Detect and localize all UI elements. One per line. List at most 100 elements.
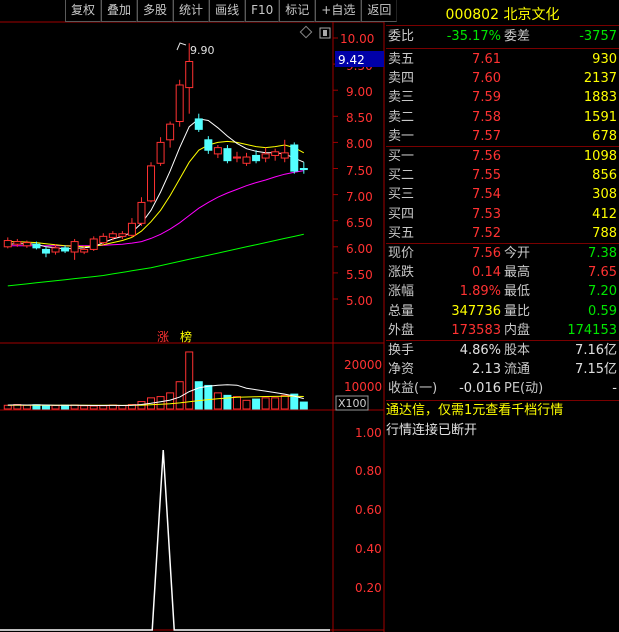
diamond-icon[interactable] xyxy=(299,25,313,39)
stock-code: 000802 xyxy=(445,7,499,23)
bid-price: 7.53 xyxy=(472,206,501,222)
bid-price: 7.54 xyxy=(472,187,501,203)
indicator-chart[interactable] xyxy=(0,449,330,631)
stat-row[interactable]: 涨跌 0.14 最高 7.65 xyxy=(386,263,619,282)
candle-body xyxy=(99,235,108,244)
candle-body xyxy=(290,144,299,172)
stat-label: 最低 xyxy=(504,284,531,300)
price-label-5.00: 5.00 xyxy=(346,294,373,308)
fundamental-label: 流通 xyxy=(504,362,531,378)
draw-line-button[interactable]: 画线 xyxy=(209,0,246,22)
ask-label: 卖五 xyxy=(388,52,415,67)
fundamental-value: 2.13 xyxy=(472,362,501,378)
bid-label: 买五 xyxy=(388,225,415,241)
indicator-label-0.60: 0.60 xyxy=(355,503,382,517)
current-price-tag: 9.42 xyxy=(338,53,365,67)
ma-line-5 xyxy=(7,118,304,250)
fundamental-value: 7.16亿 xyxy=(575,343,617,358)
chart-frame xyxy=(0,0,385,632)
stat-value: 0.14 xyxy=(472,265,501,281)
divider xyxy=(386,25,619,26)
promo-link[interactable]: 通达信，仅需1元查看千档行情 xyxy=(386,401,563,421)
bid-label: 买二 xyxy=(388,168,415,184)
fundamental-label: 收益(一) xyxy=(388,381,438,397)
bid-row[interactable]: 买四 7.53 412 xyxy=(386,205,619,224)
ask-label: 卖三 xyxy=(388,90,415,106)
volume-bar xyxy=(3,404,12,410)
bid-row[interactable]: 买三 7.54 308 xyxy=(386,185,619,204)
restore-rights-button[interactable]: 复权 xyxy=(65,0,102,22)
candle-body xyxy=(185,60,194,89)
fundamental-label: 净资 xyxy=(388,362,415,378)
ask-row[interactable]: 卖四 7.60 2137 xyxy=(386,69,619,88)
ask-label: 卖一 xyxy=(388,128,415,144)
candle-body xyxy=(32,243,41,249)
candle-body xyxy=(194,118,203,130)
candle-body xyxy=(61,247,70,252)
expand-icon-inner xyxy=(323,30,327,36)
stat-row[interactable]: 现价 7.56 今开 7.38 xyxy=(386,244,619,263)
stat-value: 174153 xyxy=(567,322,617,338)
ask-volume: 1883 xyxy=(583,90,617,106)
stat-label: 外盘 xyxy=(388,322,415,338)
bid-volume: 308 xyxy=(592,187,617,203)
chart-area[interactable]: 10.00 9.50 9.00 8.50 8.00 7.50 7.00 6.50… xyxy=(0,0,386,632)
candle-body xyxy=(156,141,165,164)
badge-bang[interactable]: 榜 xyxy=(180,329,192,344)
fundamental-row[interactable]: 换手 4.86% 股本 7.16亿 xyxy=(386,341,619,360)
stat-value: 347736 xyxy=(451,303,501,319)
stat-label: 今开 xyxy=(504,246,531,261)
volume-bar xyxy=(252,398,261,410)
high-arrow-icon xyxy=(176,42,187,51)
stat-label: 量比 xyxy=(504,303,531,319)
weibi-value: -35.17% xyxy=(446,29,501,44)
candle-body xyxy=(108,233,117,238)
ask-price: 7.57 xyxy=(472,128,501,144)
overlay-button[interactable]: 叠加 xyxy=(101,0,138,22)
candle-body xyxy=(175,84,184,123)
candlesticks[interactable] xyxy=(3,43,308,260)
volume-bar xyxy=(80,405,89,410)
toolbar: 复权 叠加 多股 统计 画线 F10 标记 +自选 返回 xyxy=(65,0,398,22)
volume-label-10000: 10000 xyxy=(344,380,382,394)
ask-row[interactable]: 卖五 7.61 930 xyxy=(386,50,619,69)
stat-row[interactable]: 总量 347736 量比 0.59 xyxy=(386,302,619,321)
candle-body xyxy=(3,240,12,248)
bid-row[interactable]: 买一 7.56 1098 xyxy=(386,147,619,166)
mark-button[interactable]: 标记 xyxy=(279,0,316,22)
fundamental-row[interactable]: 净资 2.13 流通 7.15亿 xyxy=(386,360,619,379)
ask-price: 7.60 xyxy=(472,71,501,87)
indicator-label-0.40: 0.40 xyxy=(355,542,382,556)
add-watchlist-button[interactable]: +自选 xyxy=(315,0,362,22)
candle-body xyxy=(232,156,241,159)
bid-price: 7.56 xyxy=(472,149,501,164)
multi-stock-button[interactable]: 多股 xyxy=(137,0,174,22)
stat-value: 1.89% xyxy=(459,284,501,300)
ask-volume: 930 xyxy=(592,52,617,67)
connection-status: 行情连接已断开 xyxy=(386,423,478,438)
ask-row[interactable]: 卖一 7.57 678 xyxy=(386,127,619,146)
volume-bar xyxy=(194,381,203,410)
stat-label: 总量 xyxy=(388,303,415,319)
stat-row[interactable]: 涨幅 1.89% 最低 7.20 xyxy=(386,282,619,301)
bid-row[interactable]: 买二 7.55 856 xyxy=(386,166,619,185)
ask-row[interactable]: 卖三 7.59 1883 xyxy=(386,88,619,107)
ask-row[interactable]: 卖二 7.58 1591 xyxy=(386,108,619,127)
weibi-row: 委比 -35.17% 委差 -3757 xyxy=(386,27,619,46)
volume-chart[interactable] xyxy=(3,351,308,410)
moving-averages xyxy=(7,118,305,287)
indicator-label-0.80: 0.80 xyxy=(355,464,382,478)
weicha-label: 委差 xyxy=(504,29,531,44)
stat-row[interactable]: 外盘 173583 内盘 174153 xyxy=(386,321,619,340)
stat-value: 0.59 xyxy=(588,303,617,319)
volume-bar xyxy=(242,399,251,410)
fundamental-row[interactable]: 收益(一) -0.016 PE(动) - xyxy=(386,379,619,398)
volume-bar xyxy=(280,394,289,410)
badge-zhang[interactable]: 涨 xyxy=(157,329,169,344)
bid-row[interactable]: 买五 7.52 788 xyxy=(386,224,619,243)
f10-button[interactable]: F10 xyxy=(245,0,280,22)
volume-bar xyxy=(61,404,70,410)
bid-price: 7.52 xyxy=(472,225,501,241)
candle-body xyxy=(127,222,136,236)
statistics-button[interactable]: 统计 xyxy=(173,0,210,22)
